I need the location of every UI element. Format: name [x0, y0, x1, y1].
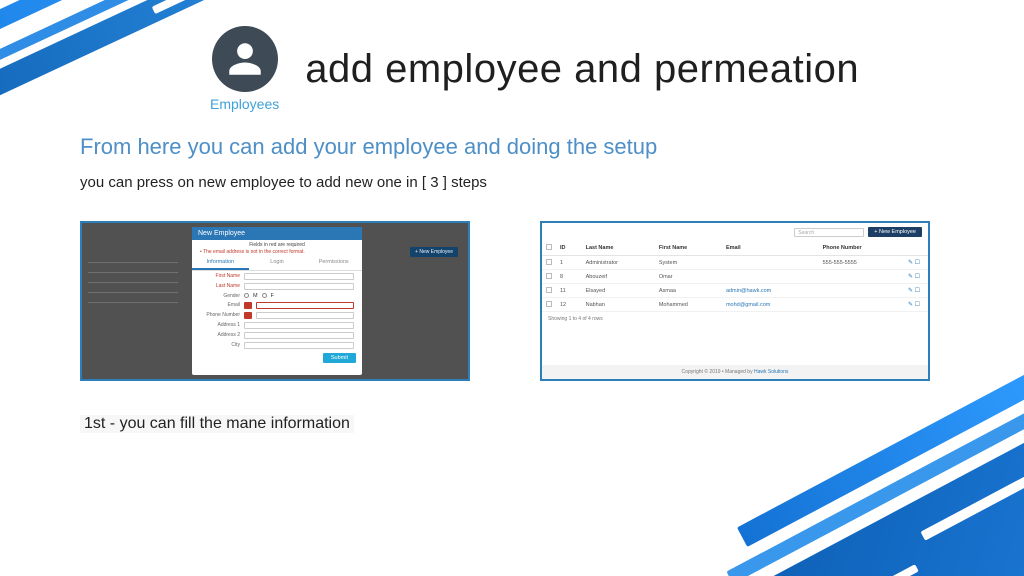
submit-button[interactable]: Submit: [323, 353, 356, 363]
bg-new-employee-button[interactable]: + New Employee: [410, 247, 458, 257]
page-title: add employee and permeation: [305, 47, 859, 92]
step-caption: 1st - you can fill the mane information: [80, 415, 354, 433]
edit-icon[interactable]: ✎: [908, 288, 913, 294]
table-row[interactable]: 1AdministratorSystem555-555-5555✎ ☐: [542, 256, 928, 270]
employees-icon-label: Employees: [210, 96, 279, 112]
tab-login[interactable]: Login: [249, 256, 306, 270]
label-gender: Gender: [200, 293, 240, 299]
employee-table: ID Last Name First Name Email Phone Numb…: [542, 241, 928, 312]
label-city: City: [200, 342, 240, 348]
checkbox-row[interactable]: [546, 287, 552, 293]
pagination-summary: Showing 1 to 4 of 4 rows: [542, 312, 928, 326]
slide-header: Employees add employee and permeation: [210, 26, 954, 112]
required-fields-note: Fields in red are required: [192, 240, 362, 248]
tab-permissions[interactable]: Permissions: [305, 256, 362, 270]
col-last-name[interactable]: Last Name: [582, 241, 655, 256]
col-email[interactable]: Email: [722, 241, 819, 256]
radio-male[interactable]: [244, 293, 249, 298]
screenshot-employee-list: Search + New Employee ID Last Name First…: [540, 221, 930, 381]
input-email[interactable]: [256, 302, 354, 309]
screenshot-new-employee-form: + New Employee New Employee Fields in re…: [80, 221, 470, 381]
checkbox-row[interactable]: [546, 301, 552, 307]
label-address1: Address 1: [200, 322, 240, 328]
phone-flag-icon: [244, 312, 252, 319]
label-email: Email: [200, 302, 240, 308]
new-employee-modal: New Employee Fields in red are required …: [192, 227, 362, 375]
label-last-name: Last Name: [200, 283, 240, 289]
label-phone: Phone Number: [200, 312, 240, 318]
label-address2: Address 2: [200, 332, 240, 338]
subtitle-secondary: you can press on new employee to add new…: [80, 174, 954, 191]
checkbox-all[interactable]: [546, 244, 552, 250]
assign-icon[interactable]: ☐: [915, 274, 920, 280]
footer-link[interactable]: Hawk Solutions: [754, 369, 788, 375]
assign-icon[interactable]: ☐: [915, 302, 920, 308]
edit-icon[interactable]: ✎: [908, 260, 913, 266]
subtitle-primary: From here you can add your employee and …: [80, 134, 954, 160]
col-id[interactable]: ID: [556, 241, 582, 256]
input-address2[interactable]: [244, 332, 354, 339]
checkbox-row[interactable]: [546, 259, 552, 265]
modal-title: New Employee: [192, 227, 362, 240]
input-phone[interactable]: [256, 312, 354, 319]
input-city[interactable]: [244, 342, 354, 349]
table-row[interactable]: 8AbouzeifOmar✎ ☐: [542, 270, 928, 284]
input-address1[interactable]: [244, 322, 354, 329]
person-icon: [212, 26, 278, 92]
assign-icon[interactable]: ☐: [915, 260, 920, 266]
search-input[interactable]: Search: [794, 228, 864, 237]
form-error-message: • The email address is not in the correc…: [192, 248, 362, 256]
label-first-name: First Name: [200, 273, 240, 279]
new-employee-button[interactable]: + New Employee: [868, 227, 922, 237]
table-row[interactable]: 11ElsayedAsmaaadmin@hawk.com✎ ☐: [542, 284, 928, 298]
radio-female[interactable]: [262, 293, 267, 298]
input-last-name[interactable]: [244, 283, 354, 290]
page-footer: Copyright © 2019 • Managed by Hawk Solut…: [542, 365, 928, 379]
edit-icon[interactable]: ✎: [908, 302, 913, 308]
tab-information[interactable]: Information: [192, 256, 249, 270]
assign-icon[interactable]: ☐: [915, 288, 920, 294]
edit-icon[interactable]: ✎: [908, 274, 913, 280]
employees-icon-block: Employees: [210, 26, 279, 112]
col-first-name[interactable]: First Name: [655, 241, 722, 256]
email-error-icon: [244, 302, 252, 309]
col-phone[interactable]: Phone Number: [819, 241, 904, 256]
table-row[interactable]: 12NabhanMohammedmohd@gmail.com✎ ☐: [542, 298, 928, 312]
checkbox-row[interactable]: [546, 273, 552, 279]
input-first-name[interactable]: [244, 273, 354, 280]
